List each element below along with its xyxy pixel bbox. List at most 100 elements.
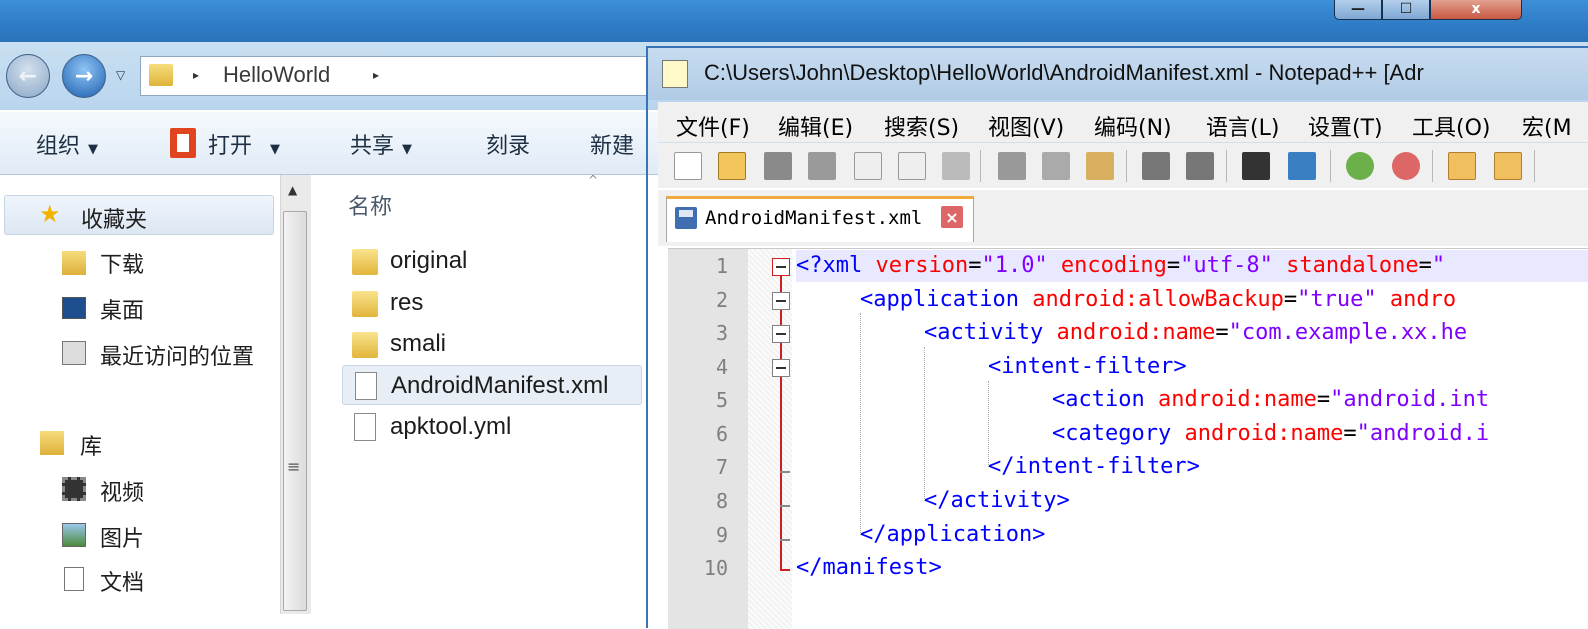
replace-icon[interactable] bbox=[1288, 152, 1316, 180]
close-file-icon[interactable] bbox=[854, 152, 882, 180]
file-name: res bbox=[390, 289, 424, 316]
code-editor[interactable]: 1 2 3 4 5 6 7 8 9 10 <?xml version="1.0"… bbox=[668, 248, 1588, 629]
xml-attr: android:allowBackup bbox=[1018, 287, 1284, 312]
forward-button[interactable]: → bbox=[62, 54, 106, 98]
new-folder-button[interactable]: 新建 bbox=[590, 128, 634, 160]
menu-encoding[interactable]: 编码(N) bbox=[1094, 110, 1172, 142]
tab-bar: AndroidManifest.xml × bbox=[658, 190, 1588, 246]
desktop-label: 桌面 bbox=[100, 299, 145, 324]
address-bar[interactable]: ▸ HelloWorld ▸ bbox=[140, 56, 660, 96]
fold-collapse-icon[interactable] bbox=[772, 359, 790, 377]
organize-button[interactable]: 组织 ▼ bbox=[36, 128, 98, 160]
print-icon[interactable] bbox=[942, 152, 970, 180]
line-number: 8 bbox=[715, 489, 728, 513]
menu-view[interactable]: 视图(V) bbox=[988, 110, 1064, 142]
find-icon[interactable] bbox=[1242, 152, 1270, 180]
scroll-up-icon[interactable]: ▲ bbox=[288, 183, 297, 197]
open-file-icon[interactable] bbox=[718, 152, 746, 180]
xml-tag: </intent-filter> bbox=[988, 454, 1200, 479]
undo-icon[interactable] bbox=[1142, 152, 1170, 180]
xml-attr: encoding bbox=[1047, 253, 1167, 278]
fold-end-marker bbox=[780, 471, 790, 473]
breadcrumb-arrow-icon[interactable]: ▸ bbox=[373, 68, 379, 82]
redo-icon[interactable] bbox=[1186, 152, 1214, 180]
menu-tools[interactable]: 工具(O) bbox=[1412, 110, 1490, 142]
back-button[interactable]: ← bbox=[6, 54, 50, 98]
fold-end-marker bbox=[780, 539, 790, 541]
list-item-selected[interactable]: AndroidManifest.xml bbox=[342, 365, 642, 405]
indent-guide bbox=[860, 313, 861, 535]
new-file-icon[interactable] bbox=[674, 152, 702, 180]
folder-icon bbox=[352, 332, 378, 358]
xml-tag: <intent-filter> bbox=[988, 354, 1187, 379]
desktop-icon bbox=[62, 297, 86, 319]
save-icon[interactable] bbox=[764, 152, 792, 180]
file-name: apktool.yml bbox=[390, 413, 512, 440]
xml-tag: </application> bbox=[860, 522, 1046, 547]
menu-edit[interactable]: 编辑(E) bbox=[778, 110, 853, 142]
zoom-out-icon[interactable] bbox=[1392, 152, 1420, 180]
menu-settings[interactable]: 设置(T) bbox=[1308, 110, 1383, 142]
list-item[interactable]: res bbox=[342, 283, 642, 323]
sync-scroll-icon[interactable] bbox=[1448, 152, 1476, 180]
maximize-button[interactable]: ☐ bbox=[1382, 0, 1430, 20]
xml-eq: = bbox=[968, 253, 982, 278]
minimize-button[interactable]: — bbox=[1334, 0, 1382, 20]
fold-collapse-icon[interactable] bbox=[772, 292, 790, 310]
close-tab-button[interactable]: × bbox=[941, 206, 963, 228]
fold-collapse-icon[interactable] bbox=[772, 325, 790, 343]
nav-scrollbar[interactable]: ▲ ≡ bbox=[280, 175, 311, 614]
column-header-name[interactable]: 名称 bbox=[348, 189, 392, 221]
xml-value: "utf-8" bbox=[1180, 253, 1273, 278]
download-folder-icon bbox=[62, 251, 86, 275]
list-item[interactable]: apktool.yml bbox=[342, 407, 642, 447]
file-icon bbox=[354, 413, 376, 441]
scrollbar-thumb[interactable] bbox=[283, 211, 307, 611]
paste-icon[interactable] bbox=[1086, 152, 1114, 180]
xml-attr: standalone bbox=[1272, 253, 1419, 278]
notepad-icon bbox=[662, 60, 688, 88]
fold-collapse-icon[interactable] bbox=[772, 258, 790, 276]
code-line-1: <?xml version="1.0" encoding="utf-8" sta… bbox=[796, 250, 1588, 282]
wrap-icon[interactable] bbox=[1494, 152, 1522, 180]
favorites-label: 收藏夹 bbox=[81, 208, 148, 233]
xml-tag: <category bbox=[1052, 421, 1172, 446]
line-number: 10 bbox=[703, 556, 728, 580]
sort-ascending-icon: ^ bbox=[588, 173, 599, 187]
open-button[interactable]: 打开 ▼ bbox=[208, 128, 280, 160]
xml-eq: = bbox=[1316, 387, 1331, 412]
recent-places-icon bbox=[62, 341, 86, 365]
list-item[interactable]: smali bbox=[342, 324, 642, 364]
videos-label: 视频 bbox=[100, 481, 145, 506]
list-item[interactable]: original bbox=[342, 241, 642, 281]
cut-icon[interactable] bbox=[998, 152, 1026, 180]
burn-button[interactable]: 刻录 bbox=[486, 128, 530, 160]
xml-value: "android.i bbox=[1356, 421, 1490, 446]
xml-eq: = bbox=[1343, 421, 1357, 446]
menu-file[interactable]: 文件(F) bbox=[676, 110, 750, 142]
breadcrumb-arrow-icon[interactable]: ▸ bbox=[193, 68, 199, 82]
zoom-in-icon[interactable] bbox=[1346, 152, 1374, 180]
xml-tag: <application bbox=[860, 287, 1019, 312]
toolbar-separator bbox=[1126, 150, 1127, 182]
recent-pages-dropdown-icon[interactable]: ▽ bbox=[116, 68, 125, 82]
close-all-icon[interactable] bbox=[898, 152, 926, 180]
share-button[interactable]: 共享 ▼ bbox=[350, 128, 412, 160]
code-line-2: <application android:allowBackup="true" … bbox=[860, 284, 1456, 316]
notepadpp-titlebar: C:\Users\John\Desktop\HelloWorld\Android… bbox=[648, 48, 1588, 100]
close-button[interactable]: x bbox=[1430, 0, 1522, 20]
favorites-item[interactable]: ★ 收藏夹 bbox=[4, 195, 274, 235]
xml-value: "com.example.xx.he bbox=[1228, 320, 1468, 345]
menu-macro[interactable]: 宏(M bbox=[1522, 110, 1572, 142]
line-number: 4 bbox=[715, 355, 728, 379]
code-line-3: <activity android:name="com.example.xx.h… bbox=[924, 317, 1467, 349]
copy-icon[interactable] bbox=[1042, 152, 1070, 180]
menu-language[interactable]: 语言(L) bbox=[1206, 110, 1279, 142]
save-all-icon[interactable] bbox=[808, 152, 836, 180]
xml-tag: <activity bbox=[924, 320, 1044, 345]
tab-androidmanifest[interactable]: AndroidManifest.xml × bbox=[666, 196, 974, 242]
share-label: 共享 bbox=[350, 134, 395, 159]
explorer-titlebar: — ☐ x bbox=[0, 0, 1588, 42]
breadcrumb-helloworld[interactable]: HelloWorld bbox=[223, 62, 330, 88]
menu-search[interactable]: 搜索(S) bbox=[884, 110, 959, 142]
